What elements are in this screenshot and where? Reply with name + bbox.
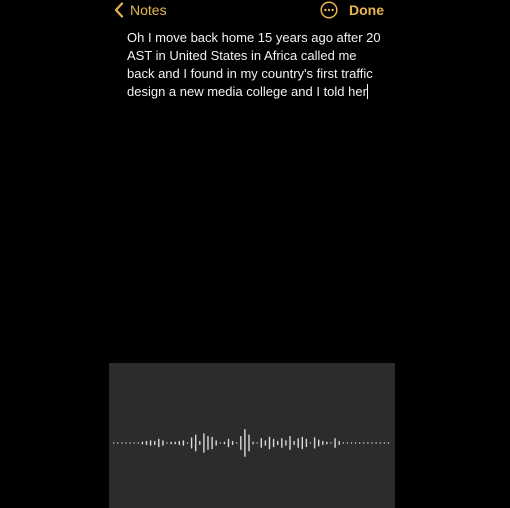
waveform-bar (297, 438, 299, 448)
waveform-bar (158, 438, 160, 448)
waveform-bar (264, 440, 267, 446)
waveform-bar (133, 442, 135, 444)
note-body[interactable]: Oh I move back home 15 years ago after 2… (127, 29, 389, 101)
waveform-bar (375, 442, 377, 444)
waveform-bar (203, 433, 205, 453)
waveform-bar (207, 436, 209, 450)
waveform-bar (236, 442, 238, 444)
waveform-bar (215, 440, 217, 446)
waveform-bar (137, 442, 139, 444)
waveform-bar (330, 442, 332, 444)
waveform-bar (272, 438, 275, 448)
waveform-bar (305, 438, 308, 448)
waveform-bar (219, 442, 221, 444)
waveform-bar (342, 442, 344, 444)
waveform-bar (154, 440, 156, 446)
waveform-bar (285, 440, 287, 446)
waveform-bar (141, 441, 144, 445)
waveform-bar (268, 436, 271, 450)
waveform-bar (322, 440, 324, 446)
waveform-bar (367, 442, 369, 444)
waveform-bar (293, 440, 295, 446)
waveform-bar (199, 440, 201, 446)
waveform-bar (301, 436, 303, 450)
waveform-bar (277, 440, 279, 446)
waveform-bar (125, 442, 127, 444)
waveform-bar (129, 442, 131, 444)
waveform-bar (145, 440, 148, 446)
waveform-bar (244, 429, 246, 457)
back-button[interactable]: Notes (114, 0, 167, 20)
waveform-bar (281, 438, 283, 448)
waveform-bar (182, 440, 185, 446)
waveform-bar (359, 442, 361, 444)
notes-screen: Notes Done Oh I move back home 15 years … (109, 0, 395, 508)
waveform-bar (170, 441, 172, 445)
waveform-bar (190, 437, 193, 449)
waveform-bar (334, 438, 336, 448)
waveform-bar (162, 440, 164, 446)
waveform-bar (350, 442, 353, 444)
waveform-bar (149, 440, 152, 446)
waveform-bar (121, 442, 123, 444)
waveform-bar (326, 441, 328, 445)
waveform-bar (178, 440, 180, 446)
note-line: back and I found in my country's first t… (127, 66, 373, 81)
waveform-bar (166, 442, 168, 444)
chevron-left-icon (114, 2, 124, 18)
waveform-bar (313, 437, 316, 449)
waveform-bar (113, 442, 115, 444)
waveform-bar (223, 441, 226, 445)
back-label: Notes (130, 2, 167, 18)
waveform-bar (309, 442, 312, 444)
waveform-bar (338, 440, 340, 446)
navigation-bar: Notes Done (109, 0, 395, 22)
waveform-bar (354, 442, 357, 444)
note-line: Oh I move back home 15 years ago after 2… (127, 30, 381, 45)
waveform-bar (256, 442, 258, 444)
waveform-bar (379, 442, 381, 444)
waveform-bar (363, 442, 365, 444)
note-line-text: design a new media college and I told he… (127, 84, 367, 99)
waveform-bar (186, 442, 189, 444)
waveform-bar (174, 441, 176, 445)
waveform-bar (227, 438, 230, 448)
waveform-bar (117, 442, 119, 444)
waveform-bar (240, 436, 242, 450)
waveform-bar (289, 436, 291, 450)
waveform-icon (111, 427, 393, 459)
note-line-last: design a new media college and I told he… (127, 83, 389, 101)
waveform-bar (195, 434, 197, 452)
text-caret (366, 84, 369, 99)
waveform-bar (260, 438, 262, 448)
waveform-bar (387, 442, 390, 444)
waveform-bar (211, 436, 213, 450)
waveform-bar (383, 442, 385, 444)
done-button[interactable]: Done (349, 0, 384, 20)
waveform-bar (346, 442, 349, 444)
waveform-bar (252, 441, 254, 445)
waveform-bar (248, 434, 250, 452)
ellipsis-circle-icon[interactable] (320, 1, 338, 19)
waveform-bar (318, 439, 320, 447)
note-line: AST in United States in Africa called me (127, 48, 357, 63)
dictation-panel (109, 363, 395, 508)
waveform-bar (371, 442, 373, 444)
waveform-bar (231, 440, 234, 446)
